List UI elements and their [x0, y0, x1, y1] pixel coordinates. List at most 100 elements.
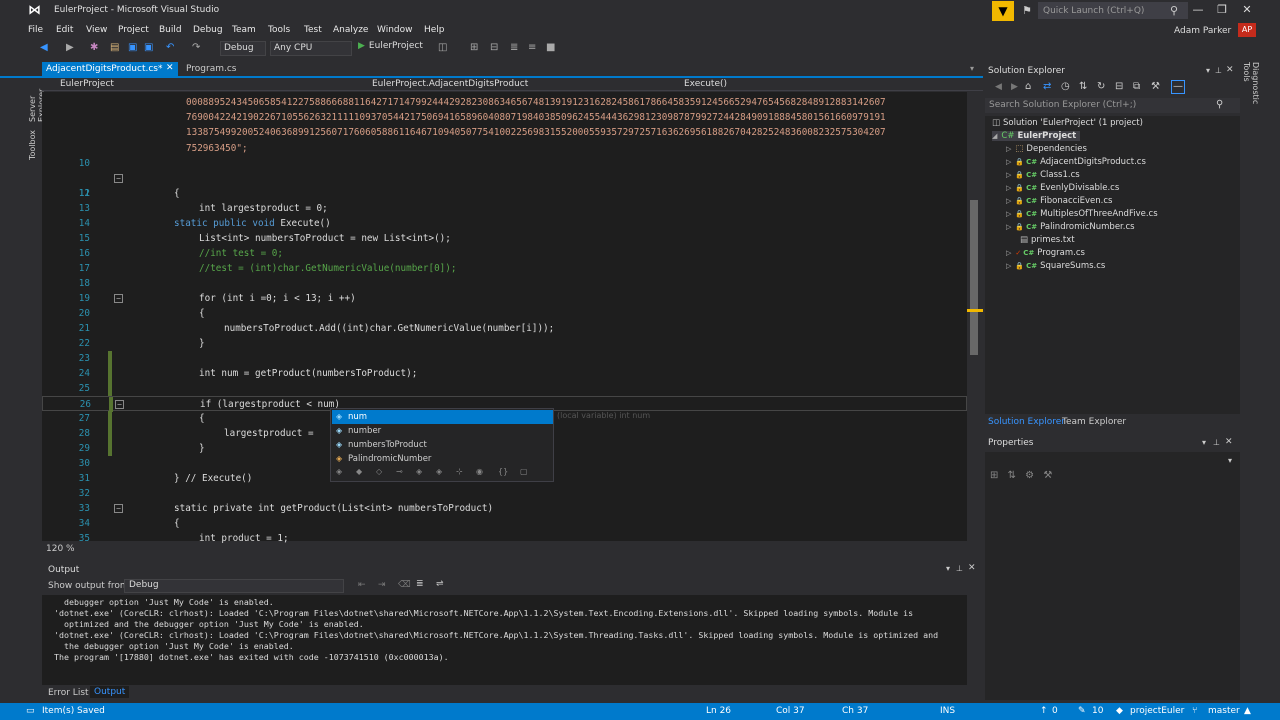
toolbar-icon[interactable]: ⊞: [470, 42, 478, 53]
menu-team[interactable]: Team: [232, 25, 256, 35]
word-wrap-icon[interactable]: ≣: [416, 579, 424, 589]
code-line[interactable]: 22}: [42, 336, 967, 351]
tab-solution-explorer[interactable]: Solution Explorer: [988, 417, 1065, 427]
diagnostic-tools-tab[interactable]: Diagnostic Tools: [1242, 62, 1260, 126]
pin-icon[interactable]: ⊥: [1215, 66, 1222, 75]
tree-item-file[interactable]: ▷ 🔒 C# AdjacentDigitsProduct.cs: [1006, 157, 1146, 167]
collapse-icon[interactable]: −: [114, 294, 123, 303]
search-icon[interactable]: ⚲: [1216, 99, 1223, 110]
branch-icon[interactable]: ⑂: [1192, 706, 1197, 716]
filter-icon[interactable]: ⊹: [456, 467, 463, 476]
completion-item[interactable]: ◈ number: [332, 424, 553, 438]
filter-icon[interactable]: ◈: [416, 467, 422, 476]
tab-adjacent-digits-product[interactable]: AdjacentDigitsProduct.cs*: [42, 62, 178, 77]
clear-all-icon[interactable]: ⌫: [398, 580, 411, 590]
tab-team-explorer[interactable]: Team Explorer: [1062, 417, 1126, 427]
code-line[interactable]: 752963450";: [42, 141, 967, 156]
code-line[interactable]: 20 {: [42, 306, 967, 321]
scrollbar-thumb[interactable]: [970, 200, 978, 355]
code-line[interactable]: 0008895243450658541227588666881164271714…: [42, 95, 967, 110]
tree-item-file[interactable]: ▷ 🔒 C# PalindromicNumber.cs: [1006, 222, 1135, 232]
close-tab-icon[interactable]: ✕: [166, 63, 174, 73]
code-line[interactable]: 24 int num = getProduct(numbersToProduct)…: [42, 366, 967, 381]
tree-item-dependencies[interactable]: ▷ ⬚ Dependencies: [1006, 144, 1087, 154]
code-line[interactable]: 23: [42, 351, 967, 366]
switch-views-icon[interactable]: ⇄: [1043, 81, 1051, 92]
collapsed-icon[interactable]: ▷: [1006, 210, 1011, 218]
collapse-icon[interactable]: −: [114, 174, 123, 183]
project-dropdown[interactable]: EulerProject: [60, 79, 114, 89]
close-icon[interactable]: ✕: [1226, 65, 1234, 75]
chevron-down-icon[interactable]: ▾: [970, 64, 974, 73]
code-line[interactable]: 16 //int test = 0;: [42, 246, 967, 261]
code-line[interactable]: 11 − static public void Execute(): [42, 171, 967, 229]
code-line[interactable]: 10: [42, 156, 967, 171]
code-line[interactable]: 34 {: [42, 516, 967, 531]
history-icon[interactable]: ◷: [1061, 81, 1070, 92]
tab-output[interactable]: Output: [90, 686, 130, 698]
code-line[interactable]: 25: [42, 381, 967, 396]
alphabetical-icon[interactable]: ⇅: [1008, 470, 1016, 481]
properties-grid[interactable]: [985, 452, 1240, 700]
undo-icon[interactable]: ↶: [166, 42, 174, 53]
menu-tools[interactable]: Tools: [268, 25, 290, 35]
show-all-files-icon[interactable]: ⧉: [1133, 81, 1140, 92]
search-icon[interactable]: ⚲: [1170, 4, 1178, 17]
home-icon[interactable]: ⌂: [1025, 81, 1031, 92]
tree-item-file[interactable]: ▷ 🔒 C# FibonacciEven.cs: [1006, 196, 1112, 206]
zoom-level[interactable]: 120 %: [46, 544, 75, 554]
code-line[interactable]: 1338754992005240636899125607176060588611…: [42, 125, 967, 140]
repository-icon[interactable]: ◆: [1116, 706, 1123, 716]
events-icon[interactable]: ⚒: [1043, 470, 1052, 481]
categorized-icon[interactable]: ⊞: [990, 470, 998, 481]
menu-file[interactable]: File: [28, 25, 43, 35]
chevron-down-icon[interactable]: ▾: [946, 564, 950, 573]
save-icon[interactable]: ▣: [128, 42, 137, 53]
quick-launch-input[interactable]: Quick Launch (Ctrl+Q): [1038, 2, 1188, 19]
code-line[interactable]: 35 int product = 1;: [42, 531, 967, 546]
solution-configuration-select[interactable]: Debug: [220, 41, 266, 56]
refresh-icon[interactable]: ↻: [1097, 81, 1105, 92]
pending-changes-count[interactable]: 10: [1092, 706, 1103, 716]
collapsed-icon[interactable]: ▷: [1006, 184, 1011, 192]
tree-project[interactable]: ◢ C# EulerProject: [992, 131, 1080, 141]
back-icon[interactable]: ◀: [40, 42, 48, 53]
repository-name[interactable]: projectEuler: [1130, 706, 1184, 716]
collapsed-icon[interactable]: ▷: [1006, 145, 1011, 153]
collapsed-icon[interactable]: ▷: [1006, 249, 1011, 257]
menu-project[interactable]: Project: [118, 25, 149, 35]
close-icon[interactable]: ✕: [968, 563, 976, 573]
filter-icon[interactable]: ◆: [356, 467, 362, 476]
tab-error-list[interactable]: Error List: [48, 688, 89, 698]
branch-name[interactable]: master: [1208, 706, 1240, 716]
minimize-button[interactable]: —: [1188, 3, 1208, 16]
tree-item-file[interactable]: ▷ 🔒 C# EvenlyDivisable.cs: [1006, 183, 1119, 193]
filter-icon[interactable]: ◇: [376, 467, 382, 476]
tree-item-file[interactable]: ▷ 🔒 C# Class1.cs: [1006, 170, 1080, 180]
pin-icon[interactable]: ⊥: [956, 564, 963, 573]
tree-item-file[interactable]: ▷ ✓ C# Program.cs: [1006, 248, 1085, 258]
chevron-down-icon[interactable]: ▾: [1228, 456, 1232, 465]
collapse-icon[interactable]: −: [114, 504, 123, 513]
menu-edit[interactable]: Edit: [56, 25, 73, 35]
code-line[interactable]: 13 int largestproduct = 0;: [42, 201, 967, 216]
unpushed-commits-count[interactable]: 0: [1052, 706, 1058, 716]
tree-solution[interactable]: ◫ Solution 'EulerProject' (1 project): [992, 118, 1143, 128]
toolbar-icon[interactable]: ≣: [510, 42, 518, 53]
collapsed-icon[interactable]: ▷: [1006, 171, 1011, 179]
code-line[interactable]: 32: [42, 486, 967, 501]
code-line[interactable]: 21 numbersToProduct.Add((int)char.GetNume…: [42, 321, 967, 336]
collapsed-icon[interactable]: ▷: [1006, 223, 1011, 231]
toggle-word-wrap-icon[interactable]: ⇌: [436, 579, 444, 589]
menu-window[interactable]: Window: [377, 25, 413, 35]
menu-test[interactable]: Test: [304, 25, 322, 35]
menu-view[interactable]: View: [86, 25, 107, 35]
toolbox-tab[interactable]: Toolbox: [28, 126, 37, 160]
filter-icon[interactable]: ◉: [476, 467, 483, 476]
solution-platform-select[interactable]: Any CPU: [270, 41, 352, 56]
tree-item-file[interactable]: ▤ primes.txt: [1020, 235, 1075, 245]
close-icon[interactable]: ✕: [1225, 437, 1233, 447]
type-dropdown[interactable]: EulerProject.AdjacentDigitsProduct: [372, 79, 528, 89]
output-scrollbar[interactable]: [967, 595, 983, 685]
code-line[interactable]: 15 List<int> numbersToProduct = new List<…: [42, 231, 967, 246]
